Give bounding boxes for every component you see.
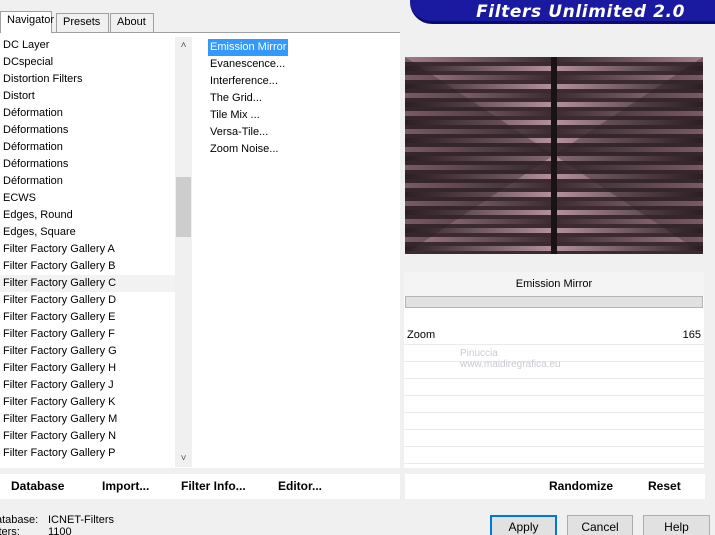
tab-navigator[interactable]: Navigator	[0, 11, 54, 33]
filter-item[interactable]: Interference...	[208, 73, 280, 90]
scroll-thumb[interactable]	[176, 177, 191, 237]
category-item[interactable]: Filter Factory Gallery P	[0, 445, 175, 462]
preview-image	[405, 57, 703, 254]
tab-about[interactable]: About	[110, 13, 154, 32]
category-item[interactable]: Filter Factory Gallery M	[0, 411, 175, 428]
parameter-info-bar	[405, 296, 703, 308]
parameter-row-empty	[404, 379, 704, 396]
filter-preview	[405, 57, 703, 254]
filters-status-value: 1100	[48, 526, 72, 535]
scroll-up-arrow-icon[interactable]: ˄	[175, 37, 192, 54]
category-item[interactable]: Edges, Square	[0, 224, 175, 241]
database-status-label: atabase:	[0, 514, 39, 526]
app-title: Filters Unlimited 2.0	[476, 2, 685, 22]
category-item[interactable]: Déformation	[0, 173, 175, 190]
category-scrollbar[interactable]: ˄ ˅	[175, 37, 192, 467]
category-item[interactable]: Filter Factory Gallery J	[0, 377, 175, 394]
header-banner: Filters Unlimited 2.0	[410, 0, 715, 24]
category-item[interactable]: Déformations	[0, 156, 175, 173]
randomize-button[interactable]: Randomize	[549, 479, 613, 493]
filter-item[interactable]: Zoom Noise...	[208, 141, 280, 158]
category-item[interactable]: Filter Factory Gallery D	[0, 292, 175, 309]
category-item[interactable]: Déformations	[0, 122, 175, 139]
category-item[interactable]: Filter Factory Gallery C	[0, 275, 175, 292]
parameter-row-empty	[404, 413, 704, 430]
reset-button[interactable]: Reset	[648, 479, 681, 493]
zoom-label: Zoom	[407, 329, 436, 341]
filter-item[interactable]: Emission Mirror	[208, 39, 289, 56]
parameter-panel: Emission Mirror Zoom 165	[404, 272, 704, 468]
category-item[interactable]: Filter Factory Gallery B	[0, 258, 175, 275]
zoom-value: 165	[682, 329, 701, 341]
category-item[interactable]: Filter Factory Gallery H	[0, 360, 175, 377]
parameter-row-empty	[404, 345, 704, 362]
help-button[interactable]: Help	[643, 515, 710, 535]
bottom-toolbar-right: Randomize Reset	[405, 474, 705, 499]
zoom-slider-row[interactable]: Zoom 165	[404, 328, 704, 345]
category-list: DC Layer DCspecial Distortion Filters Disto…	[0, 37, 175, 465]
bottom-toolbar-left: Database Import... Filter Info... Editor…	[0, 474, 400, 499]
tab-presets[interactable]: Presets	[56, 13, 109, 32]
filter-item[interactable]: Evanescence...	[208, 56, 287, 73]
category-item[interactable]: Filter Factory Gallery E	[0, 309, 175, 326]
parameter-row-empty	[404, 362, 704, 379]
category-item[interactable]: Filter Factory Gallery F	[0, 326, 175, 343]
category-item[interactable]: Filter Factory Gallery A	[0, 241, 175, 258]
category-item[interactable]: Distortion Filters	[0, 71, 175, 88]
category-item[interactable]: Filter Factory Gallery G	[0, 343, 175, 360]
category-item[interactable]: DC Layer	[0, 37, 175, 54]
category-item[interactable]: Déformation	[0, 105, 175, 122]
category-item[interactable]: Edges, Round	[0, 207, 175, 224]
scroll-down-arrow-icon[interactable]: ˅	[175, 450, 192, 467]
navigator-panel: DC Layer DCspecial Distortion Filters Disto…	[0, 32, 400, 468]
apply-button[interactable]: Apply	[490, 515, 557, 535]
category-item[interactable]: Filter Factory Gallery K	[0, 394, 175, 411]
import-button[interactable]: Import...	[102, 479, 149, 493]
category-item[interactable]: Distort	[0, 88, 175, 105]
filter-info-button[interactable]: Filter Info...	[181, 479, 246, 493]
filter-list: Emission Mirror Evanescence... Interferenc…	[208, 39, 398, 158]
parameter-row-empty	[404, 447, 704, 464]
filter-item[interactable]: Versa-Tile...	[208, 124, 270, 141]
category-item[interactable]: Déformation	[0, 139, 175, 156]
parameter-title: Emission Mirror	[404, 272, 704, 296]
category-item[interactable]: ECWS	[0, 190, 175, 207]
database-status-value: ICNET-Filters	[48, 514, 114, 526]
filters-status-label: lters:	[0, 526, 20, 535]
editor-button[interactable]: Editor...	[278, 479, 322, 493]
parameter-row-empty	[404, 396, 704, 413]
cancel-button[interactable]: Cancel	[567, 515, 633, 535]
parameter-row-empty	[404, 430, 704, 447]
filter-item[interactable]: Tile Mix ...	[208, 107, 262, 124]
filter-item[interactable]: The Grid...	[208, 90, 264, 107]
category-item[interactable]: Filter Factory Gallery N	[0, 428, 175, 445]
category-item[interactable]: DCspecial	[0, 54, 175, 71]
category-item[interactable]: Filter Factory Gallery Q	[0, 462, 175, 465]
database-button[interactable]: Database	[11, 479, 64, 493]
